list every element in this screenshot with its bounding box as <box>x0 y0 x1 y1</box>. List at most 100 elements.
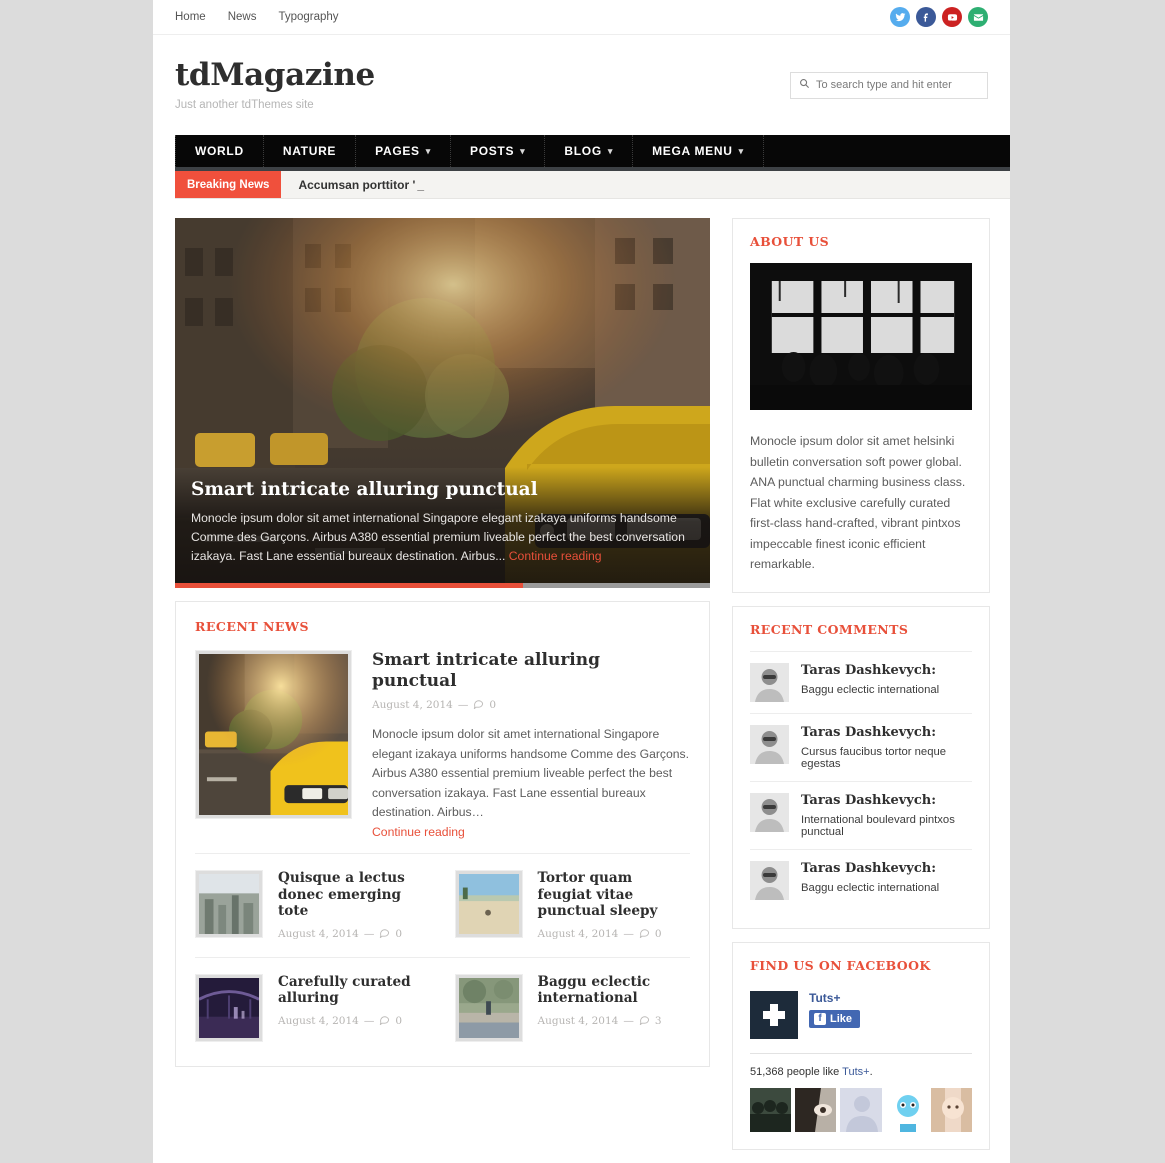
page-container: Home News Typography tdMagazine Just ano… <box>153 0 1010 1163</box>
hero-title[interactable]: Smart intricate alluring punctual <box>191 479 694 500</box>
post-date: August 4, 2014 <box>278 927 359 940</box>
comment-bubble-icon <box>379 927 390 941</box>
top-nav-item-typography[interactable]: Typography <box>278 11 338 23</box>
comment-bubble-icon <box>639 1014 650 1028</box>
site-title[interactable]: tdMagazine <box>175 59 375 92</box>
featured-post-continue-reading-link[interactable]: Continue reading <box>372 825 690 839</box>
post-thumbnail[interactable] <box>454 869 523 938</box>
comment-item: Taras Dashkevych: Baggu eclectic interna… <box>750 650 972 713</box>
twitter-icon[interactable] <box>890 7 910 27</box>
thumbnail-image <box>199 873 259 934</box>
meta-separator: — <box>363 1014 375 1027</box>
post-thumbnail[interactable] <box>195 869 263 938</box>
facebook-like-button[interactable]: f Like <box>809 1009 861 1028</box>
comment-text[interactable]: Baggu eclectic international <box>801 684 939 696</box>
chevron-down-icon: ▾ <box>738 145 744 156</box>
nav-item-pages[interactable]: PAGES ▾ <box>356 135 451 167</box>
comment-text[interactable]: International boulevard pintxos punctual <box>801 814 972 838</box>
sidebar: ABOUT US Monocle ipsum dolor sit amet he… <box>732 218 990 1163</box>
thumbnail-image <box>199 977 259 1038</box>
like-label: Like <box>830 1012 853 1025</box>
email-icon[interactable] <box>968 7 988 27</box>
hero-continue-reading-link[interactable]: Continue reading <box>509 549 602 563</box>
chevron-down-icon: ▾ <box>520 145 526 156</box>
top-nav-item-news[interactable]: News <box>228 11 257 23</box>
comment-count: 3 <box>654 1014 662 1027</box>
thumbnail-image <box>458 873 519 934</box>
facebook-page-name[interactable]: Tuts+ <box>809 991 860 1005</box>
social-links <box>890 7 988 27</box>
post-meta: August 4, 2014 — 0 <box>278 927 425 941</box>
top-bar: Home News Typography <box>153 0 1010 35</box>
facebook-icon[interactable] <box>916 7 936 27</box>
like-count-prefix: 51,368 people like <box>750 1065 843 1078</box>
comment-bubble-icon <box>379 1014 390 1028</box>
avatar[interactable] <box>750 1087 792 1132</box>
avatar[interactable] <box>885 1087 927 1132</box>
featured-post-meta: August 4, 2014 — 0 <box>372 698 690 712</box>
comment-count: 0 <box>395 927 403 940</box>
hero-caption: Smart intricate alluring punctual Monocl… <box>175 467 710 588</box>
chevron-down-icon: ▾ <box>607 145 614 156</box>
avatar[interactable] <box>795 1087 837 1132</box>
post-date: August 4, 2014 <box>537 1014 619 1027</box>
comment-text[interactable]: Baggu eclectic international <box>801 882 939 894</box>
small-posts-grid: Quisque a lectus donec emerging tote Aug… <box>195 852 691 1058</box>
post-thumbnail[interactable] <box>454 973 523 1042</box>
like-count-page-link[interactable]: Tuts+ <box>842 1066 869 1078</box>
breaking-news-headline: Accumsan porttitor ' <box>298 177 416 192</box>
post-title[interactable]: Baggu eclectic international <box>538 974 691 1007</box>
nav-label: PAGES <box>375 144 420 158</box>
post-title[interactable]: Quisque a lectus donec emerging tote <box>278 870 425 920</box>
site-tagline: Just another tdThemes site <box>175 98 314 111</box>
featured-post-title[interactable]: Smart intricate alluring punctual <box>372 650 690 691</box>
avatar-image <box>750 724 789 764</box>
post-body: Carefully curated alluring August 4, 201… <box>278 974 425 1042</box>
youtube-icon[interactable] <box>942 7 962 27</box>
comment-author[interactable]: Taras Dashkevych: <box>801 861 939 876</box>
thumbnail-image <box>199 654 348 815</box>
post-body: Baggu eclectic international August 4, 2… <box>538 974 691 1042</box>
branding: tdMagazine Just another tdThemes site <box>175 59 375 111</box>
list-item: Baggu eclectic international August 4, 2… <box>442 956 691 1058</box>
list-item: Quisque a lectus donec emerging tote Aug… <box>195 852 443 957</box>
comment-author[interactable]: Taras Dashkevych: <box>801 663 939 678</box>
avatar-image <box>750 1087 792 1132</box>
comment-author[interactable]: Taras Dashkevych: <box>801 793 972 808</box>
avatar[interactable] <box>930 1087 973 1132</box>
post-thumbnail[interactable] <box>195 973 263 1042</box>
nav-item-mega-menu[interactable]: MEGA MENU ▾ <box>633 135 764 167</box>
comment-text[interactable]: Cursus faucibus tortor neque egestas <box>801 746 972 770</box>
post-date: August 4, 2014 <box>537 927 619 940</box>
top-nav-item-home[interactable]: Home <box>175 11 206 23</box>
nav-item-posts[interactable]: POSTS ▾ <box>451 135 546 167</box>
search-box[interactable] <box>790 71 988 99</box>
avatar <box>750 724 789 764</box>
post-title[interactable]: Carefully curated alluring <box>278 974 425 1007</box>
comment-body: Taras Dashkevych: Baggu eclectic interna… <box>801 861 939 894</box>
comment-body: Taras Dashkevych: Cursus faucibus tortor… <box>801 725 972 770</box>
hero-slider[interactable]: Smart intricate alluring punctual Monocl… <box>175 218 710 588</box>
nav-label: BLOG <box>564 144 602 158</box>
comment-author[interactable]: Taras Dashkevych: <box>801 725 972 740</box>
post-meta: August 4, 2014 — 3 <box>538 1014 691 1028</box>
search-input[interactable] <box>816 79 979 91</box>
content-area: Smart intricate alluring punctual Monocl… <box>153 199 1010 1163</box>
tuts-plus-logo-icon[interactable] <box>750 990 798 1039</box>
avatar-image <box>840 1087 882 1132</box>
featured-post-thumbnail[interactable] <box>195 650 352 819</box>
facebook-page-info: Tuts+ f Like <box>809 991 861 1028</box>
comment-bubble-icon <box>639 927 650 941</box>
post-title[interactable]: Tortor quam feugiat vitae punctual sleep… <box>538 870 691 920</box>
nav-item-nature[interactable]: NATURE <box>264 135 357 167</box>
featured-post: Smart intricate alluring punctual August… <box>195 650 690 853</box>
widget-title: RECENT COMMENTS <box>750 621 909 637</box>
nav-item-blog[interactable]: BLOG ▾ <box>545 135 634 167</box>
nav-item-world[interactable]: WORLD <box>175 135 264 167</box>
breaking-news-ticker[interactable]: Accumsan porttitor ' _ <box>281 171 424 198</box>
post-meta: August 4, 2014 — 0 <box>538 927 691 941</box>
meta-separator: — <box>457 699 469 712</box>
avatar-image <box>795 1087 837 1132</box>
avatar[interactable] <box>840 1087 882 1132</box>
list-item: Carefully curated alluring August 4, 201… <box>195 956 443 1058</box>
